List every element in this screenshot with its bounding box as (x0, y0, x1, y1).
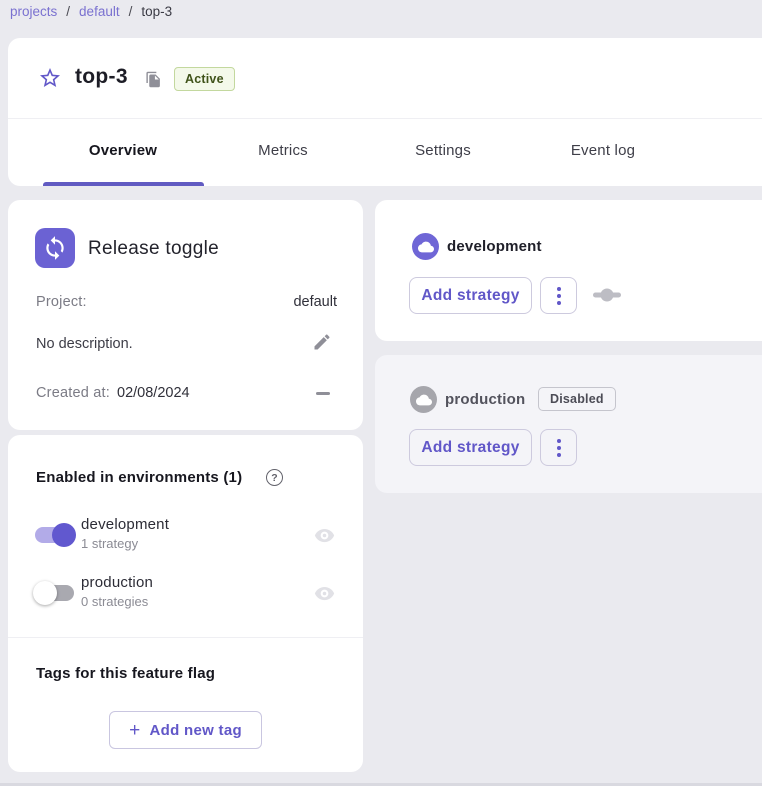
environment-toggle-production[interactable] (33, 581, 76, 605)
status-badge: Active (174, 67, 235, 91)
project-label: Project: (36, 294, 87, 310)
page-title: top-3 (75, 65, 128, 89)
add-new-tag-label: Add new tag (149, 722, 241, 739)
kebab-icon (557, 439, 561, 443)
kebab-icon (557, 301, 561, 305)
tab-event-log[interactable]: Event log (523, 119, 683, 182)
breadcrumb-projects-link[interactable]: projects (10, 4, 57, 19)
tab-settings-label: Settings (415, 142, 471, 159)
environment-more-actions-button[interactable] (540, 277, 577, 314)
tab-overview-label: Overview (89, 142, 157, 159)
help-icon[interactable]: ? (266, 469, 283, 486)
environment-strategy-count-production: 0 strategies (81, 594, 148, 609)
created-at-value: 02/08/2024 (117, 385, 190, 401)
breadcrumb-current: top-3 (141, 4, 172, 19)
feature-details-card: Release toggle Project: default No descr… (8, 200, 363, 430)
active-tab-indicator (43, 182, 204, 186)
dash-placeholder (316, 392, 330, 395)
environments-panel-title: Enabled in environments (1) (36, 469, 242, 486)
breadcrumb-separator: / (66, 4, 70, 19)
add-new-tag-button[interactable]: + Add new tag (109, 711, 262, 749)
environment-card-title: production (445, 391, 525, 408)
created-at-label: Created at: (36, 385, 110, 401)
breadcrumb-default-link[interactable]: default (79, 4, 120, 19)
description-text: No description. (36, 336, 133, 352)
tab-event-log-label: Event log (571, 142, 635, 159)
tab-bar: Overview Metrics Settings Event log (43, 119, 683, 182)
kebab-icon (557, 287, 561, 291)
cloud-icon (410, 386, 437, 413)
environment-card-production: production Disabled Add strategy (375, 355, 762, 493)
toggle-thumb (52, 523, 76, 547)
add-strategy-label: Add strategy (421, 439, 519, 457)
feature-type-label: Release toggle (88, 238, 219, 260)
feature-header-card: top-3 Active Overview Metrics Settings E… (8, 38, 762, 186)
release-toggle-icon (35, 228, 75, 268)
environments-panel: Enabled in environments (1) ? developmen… (8, 435, 363, 772)
tab-overview[interactable]: Overview (43, 119, 203, 182)
breadcrumb: projects / default / top-3 (10, 4, 172, 19)
environment-more-actions-button[interactable] (540, 429, 577, 466)
kebab-icon (557, 294, 561, 298)
cloud-icon (412, 233, 439, 260)
eye-icon[interactable] (314, 525, 335, 551)
plus-icon: + (129, 721, 140, 740)
kebab-icon (557, 446, 561, 450)
environment-card-development: development Add strategy (375, 200, 762, 341)
environment-strategy-count-development: 1 strategy (81, 536, 138, 551)
loading-skeleton (593, 288, 621, 302)
tags-section-title: Tags for this feature flag (36, 665, 215, 682)
eye-icon[interactable] (314, 583, 335, 609)
add-strategy-button-development[interactable]: Add strategy (409, 277, 532, 314)
panel-divider (8, 637, 363, 638)
add-strategy-button-production[interactable]: Add strategy (409, 429, 532, 466)
tab-metrics-label: Metrics (258, 142, 308, 159)
environment-name-development: development (81, 516, 169, 533)
project-value: default (293, 294, 337, 310)
tab-metrics[interactable]: Metrics (203, 119, 363, 182)
edit-description-icon[interactable] (312, 332, 332, 352)
tab-settings[interactable]: Settings (363, 119, 523, 182)
copy-name-icon[interactable] (145, 71, 162, 88)
environment-toggle-development[interactable] (33, 523, 76, 547)
environment-name-production: production (81, 574, 153, 591)
environment-card-title: development (447, 238, 542, 255)
favorite-star-icon[interactable] (38, 66, 62, 90)
toggle-thumb (33, 581, 57, 605)
kebab-icon (557, 453, 561, 457)
add-strategy-label: Add strategy (421, 287, 519, 305)
disabled-badge: Disabled (538, 387, 616, 411)
breadcrumb-separator: / (129, 4, 133, 19)
